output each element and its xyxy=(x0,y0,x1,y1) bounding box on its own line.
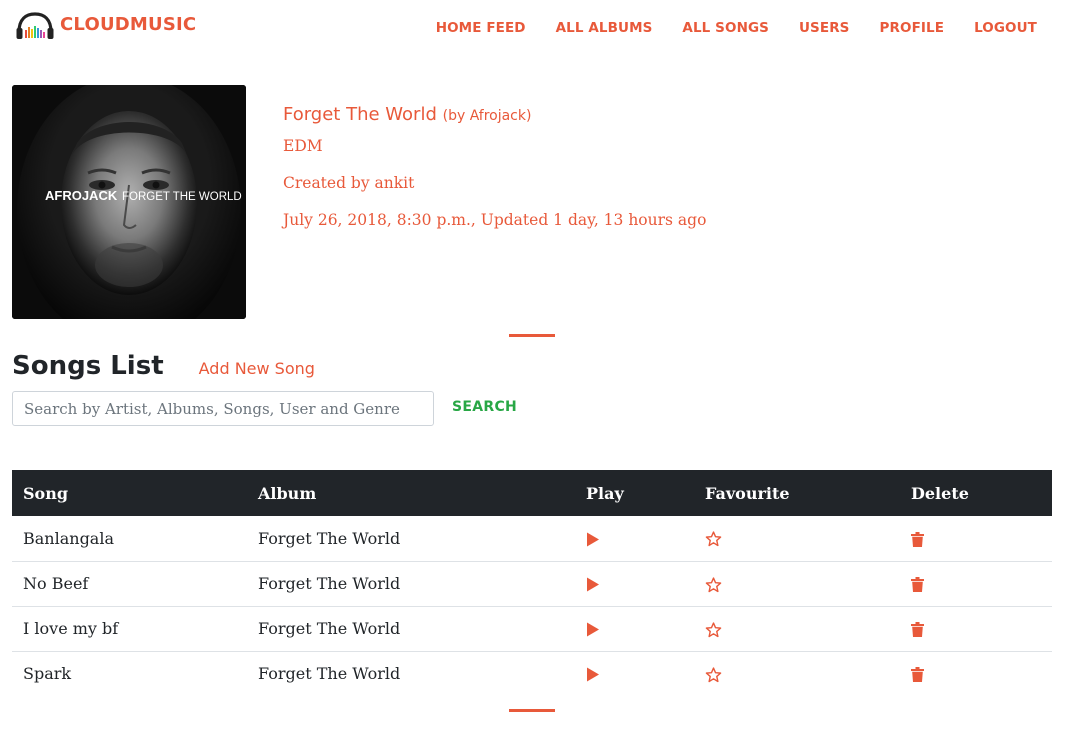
nav-logout[interactable]: LOGOUT xyxy=(974,20,1037,36)
album-title[interactable]: Forget The World xyxy=(283,104,437,125)
trash-icon[interactable] xyxy=(911,577,924,592)
nav-links: HOME FEED ALL ALBUMS ALL SONGS USERS PRO… xyxy=(406,20,1037,36)
nav-all-albums[interactable]: ALL ALBUMS xyxy=(556,20,653,36)
songs-header: Songs List Add New Song xyxy=(12,351,315,381)
section-divider-top xyxy=(509,334,555,337)
headphones-equalizer-icon xyxy=(15,10,55,42)
album-genre: EDM xyxy=(283,137,323,155)
album-cover-image: AFROJACK FORGET THE WORLD xyxy=(12,85,246,319)
play-icon[interactable] xyxy=(586,667,600,682)
search-button[interactable]: SEARCH xyxy=(452,399,517,415)
table-row: Banlangala Forget The World xyxy=(12,516,1052,562)
star-outline-icon[interactable] xyxy=(705,621,722,638)
star-outline-icon[interactable] xyxy=(705,531,722,547)
table-row: I love my bf Forget The World xyxy=(12,606,1052,652)
brand[interactable]: CLOUDMUSIC xyxy=(15,10,196,42)
header-play: Play xyxy=(586,483,624,503)
trash-icon[interactable] xyxy=(911,531,924,547)
header-delete: Delete xyxy=(911,483,969,503)
table-row: No Beef Forget The World xyxy=(12,561,1052,607)
songs-table: Song Album Play Favourite Delete Banlang… xyxy=(12,470,1052,696)
cover-title-text: FORGET THE WORLD xyxy=(122,191,242,203)
header-song: Song xyxy=(23,483,69,503)
song-name: Spark xyxy=(23,664,72,684)
add-new-song-link[interactable]: Add New Song xyxy=(199,359,315,378)
header-album: Album xyxy=(258,483,317,503)
song-album: Forget The World xyxy=(247,606,575,652)
table-row: Spark Forget The World xyxy=(12,651,1052,696)
play-icon[interactable] xyxy=(586,532,600,547)
nav-users[interactable]: USERS xyxy=(799,20,850,36)
album-title-row: Forget The World (by Afrojack) xyxy=(283,102,706,129)
songs-list-title: Songs List xyxy=(12,351,164,381)
search-input[interactable] xyxy=(12,391,434,426)
navbar: CLOUDMUSIC HOME FEED ALL ALBUMS ALL SONG… xyxy=(0,0,1081,56)
song-album: Forget The World xyxy=(247,516,575,562)
song-name: I love my bf xyxy=(12,606,247,652)
album-created-by: Created by ankit xyxy=(283,174,415,192)
song-name: Banlangala xyxy=(12,516,247,562)
album-date: July 26, 2018, 8:30 p.m., Updated 1 day,… xyxy=(283,211,707,229)
song-album: Forget The World xyxy=(258,664,401,684)
album-artist: (by Afrojack) xyxy=(442,108,532,124)
brand-name: CLOUDMUSIC xyxy=(60,13,197,35)
star-outline-icon[interactable] xyxy=(705,667,722,683)
star-outline-icon[interactable] xyxy=(705,576,722,593)
trash-icon[interactable] xyxy=(911,667,924,683)
play-icon[interactable] xyxy=(586,577,600,592)
table-header-row: Song Album Play Favourite Delete xyxy=(12,470,1052,516)
cover-artist-text: AFROJACK xyxy=(45,188,118,203)
header-favourite: Favourite xyxy=(705,483,790,503)
album-info: Forget The World (by Afrojack) EDM Creat… xyxy=(283,102,706,233)
nav-all-songs[interactable]: ALL SONGS xyxy=(682,20,769,36)
song-name: No Beef xyxy=(12,561,247,607)
trash-icon[interactable] xyxy=(911,622,924,637)
nav-home-feed[interactable]: HOME FEED xyxy=(436,20,526,36)
play-icon[interactable] xyxy=(586,622,600,637)
section-divider-bottom xyxy=(509,709,555,712)
nav-profile[interactable]: PROFILE xyxy=(880,20,945,36)
song-album: Forget The World xyxy=(247,561,575,607)
